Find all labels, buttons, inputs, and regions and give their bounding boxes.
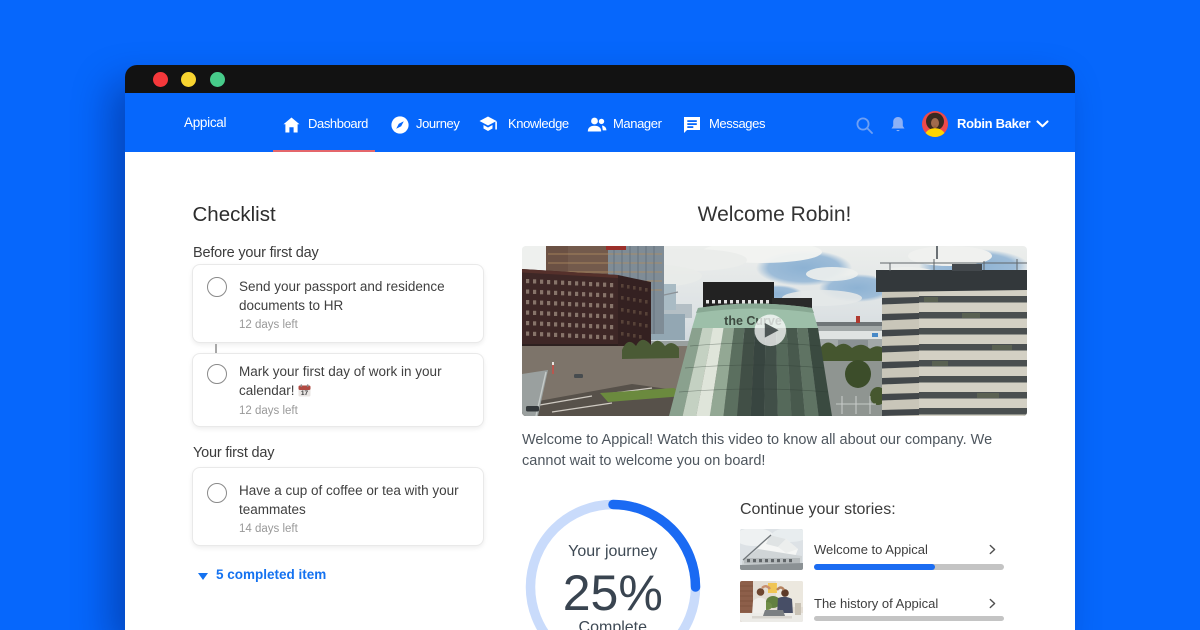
svg-text:17: 17 — [301, 390, 309, 397]
